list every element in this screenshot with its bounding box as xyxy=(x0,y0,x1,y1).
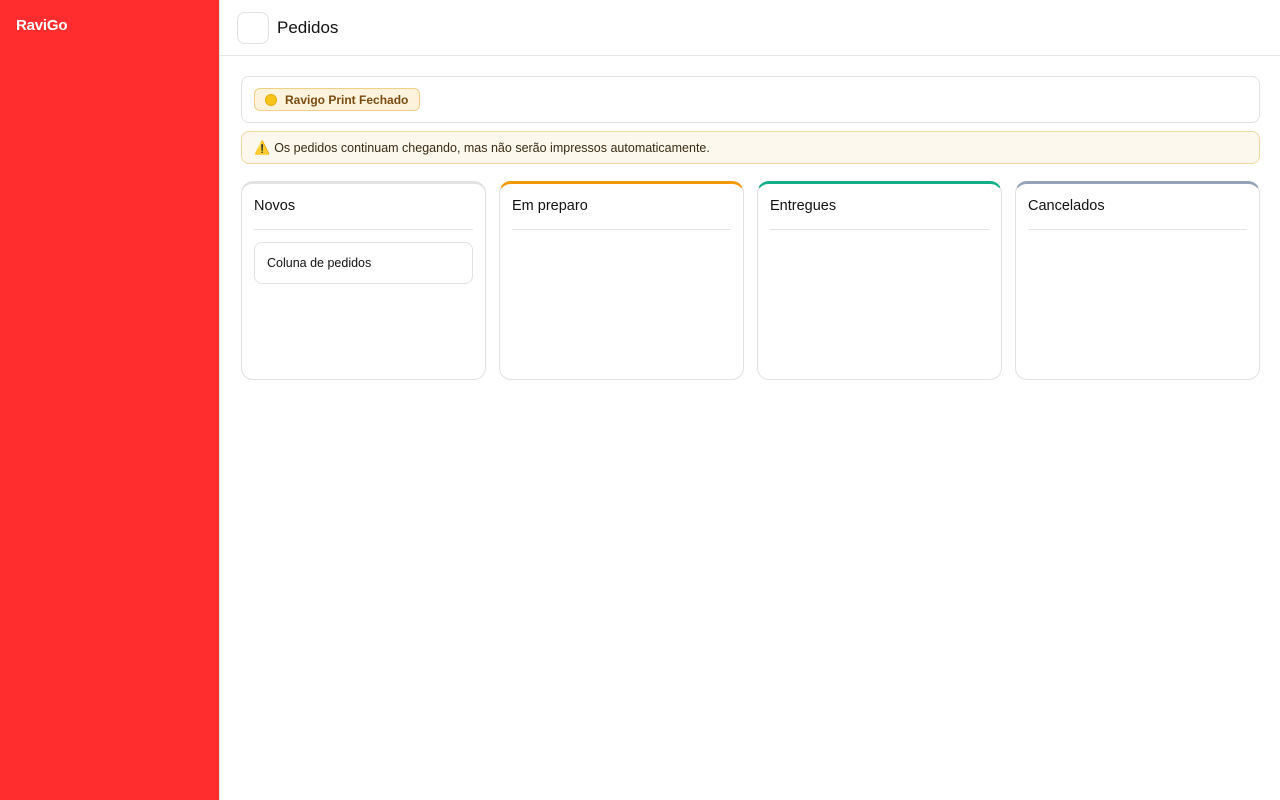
column-entregues: Entregues xyxy=(757,181,1002,380)
page-title: Pedidos xyxy=(277,17,339,37)
column-title: Em preparo xyxy=(512,184,731,230)
column-cancelados: Cancelados xyxy=(1015,181,1260,380)
printer-status-badge[interactable]: Ravigo Print Fechado xyxy=(254,88,421,111)
menu-toggle-button[interactable] xyxy=(237,11,269,44)
content: Ravigo Print Fechado ⚠️ Os pedidos conti… xyxy=(220,56,1280,380)
status-dot-icon xyxy=(265,93,277,106)
print-warning-banner: ⚠️ Os pedidos continuam chegando, mas nã… xyxy=(241,131,1260,164)
column-title: Entregues xyxy=(770,184,989,230)
printer-status-card: Ravigo Print Fechado xyxy=(241,76,1260,123)
brand-logo[interactable]: RaviGo xyxy=(16,17,203,34)
main-area: Pedidos Ravigo Print Fechado ⚠️ Os pedid… xyxy=(220,0,1280,800)
app-root: RaviGo Pedidos Ravigo Print Fechado ⚠️ O… xyxy=(0,0,1280,800)
warning-message: Os pedidos continuam chegando, mas não s… xyxy=(274,140,710,155)
order-card[interactable]: Coluna de pedidos xyxy=(254,242,473,284)
warning-icon: ⚠️ xyxy=(254,139,271,155)
column-title: Cancelados xyxy=(1028,184,1247,230)
printer-status-label: Ravigo Print Fechado xyxy=(285,92,409,107)
sidebar: RaviGo xyxy=(0,0,220,800)
column-novos: Novos Coluna de pedidos xyxy=(241,181,486,380)
column-em-preparo: Em preparo xyxy=(499,181,744,380)
column-title: Novos xyxy=(254,184,473,230)
orders-board: Novos Coluna de pedidos Em preparo Entre… xyxy=(241,181,1260,380)
page-header: Pedidos xyxy=(220,0,1280,56)
